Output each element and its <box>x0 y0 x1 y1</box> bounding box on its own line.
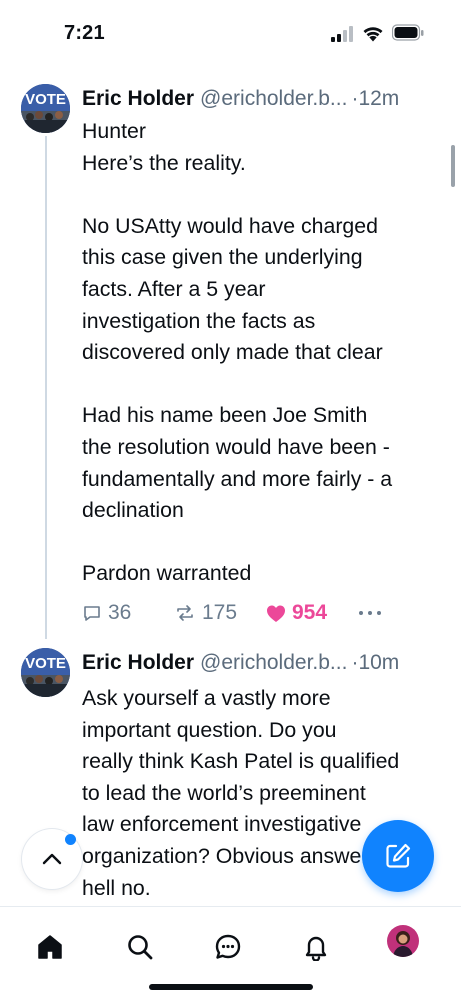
nav-search[interactable] <box>120 927 160 967</box>
like-button[interactable]: 954 <box>266 598 327 628</box>
post-text-line: discovered only made that clear <box>82 340 383 365</box>
post-time: 12m <box>358 87 400 110</box>
like-count: 954 <box>292 601 328 624</box>
avatar[interactable]: VOTE <box>21 84 70 133</box>
post-text-line: declination <box>82 498 184 523</box>
compose-icon <box>386 843 411 868</box>
post-time: 10m <box>358 651 400 674</box>
compose-button[interactable] <box>362 820 434 892</box>
status-bar: 7:21 <box>0 0 461 70</box>
post-text-line: the resolution would have been - <box>82 434 390 459</box>
more-options-icon[interactable] <box>358 604 382 622</box>
search-icon <box>128 935 153 960</box>
post-text: Hunter Here’s the reality. No USAtty wou… <box>82 116 447 590</box>
nav-profile-avatar[interactable] <box>387 925 419 957</box>
author-handle[interactable]: @ericholder.b... <box>200 651 347 674</box>
author-handle[interactable]: @ericholder.b... <box>200 87 347 110</box>
post-header: Eric Holder @ericholder.b... ·12m <box>82 84 452 114</box>
repost-button[interactable]: 175 <box>174 598 237 628</box>
post-text-line <box>82 369 447 401</box>
post-text-line <box>82 527 447 559</box>
post-text-line: facts. After a 5 year <box>82 276 266 301</box>
heart-filled-icon <box>267 605 285 622</box>
post-text-line: important question. Do you <box>82 717 337 742</box>
avatar[interactable]: VOTE <box>21 648 70 697</box>
status-time: 7:21 <box>64 22 105 44</box>
scrollbar[interactable] <box>451 145 455 187</box>
reply-icon <box>84 606 100 621</box>
chevron-up-icon <box>42 853 62 865</box>
post-text-line: to lead the world’s preeminent <box>82 780 366 805</box>
repost-icon <box>177 605 193 621</box>
home-indicator <box>149 984 313 990</box>
post-text-line: No USAtty would have charged <box>82 213 378 238</box>
post-text-line: fundamentally and more fairly - a <box>82 466 393 491</box>
post-text-line <box>82 179 447 211</box>
reply-button[interactable]: 36 <box>82 598 131 628</box>
post-text-line: this case given the underlying <box>82 245 363 270</box>
author-name[interactable]: Eric Holder <box>82 87 194 110</box>
nav-home[interactable] <box>30 927 70 967</box>
author-name[interactable]: Eric Holder <box>82 651 194 674</box>
post-text-line: Ask yourself a vastly more <box>82 686 331 710</box>
chat-icon <box>215 934 241 959</box>
new-posts-indicator-dot <box>65 834 76 845</box>
post-header: Eric Holder @ericholder.b... ·10m <box>82 648 452 678</box>
battery-icon <box>392 24 424 41</box>
post-actions: 36 175 954 <box>82 598 402 628</box>
post-text-line: Had his name been Joe Smith <box>82 403 368 428</box>
avatar-vote-text: VOTE <box>25 91 66 108</box>
bell-icon <box>305 936 327 961</box>
post-text-line: Here’s the reality. <box>82 150 246 175</box>
post-text-line: Pardon warranted <box>82 561 252 586</box>
home-icon <box>38 935 62 959</box>
post[interactable]: VOTE Eric Holder @ericholder.b... ·12m Hun… <box>0 84 461 644</box>
nav-chat[interactable] <box>208 927 248 967</box>
reply-count: 36 <box>108 601 132 624</box>
post-text-line: Hunter <box>82 119 146 143</box>
avatar-vote-text: VOTE <box>25 655 66 672</box>
nav-notifications[interactable] <box>296 927 336 967</box>
post-text-line: really think Kash Patel is qualified <box>82 749 400 774</box>
repost-count: 175 <box>202 601 238 624</box>
cellular-signal-icon <box>331 26 353 42</box>
wifi-icon <box>363 27 383 42</box>
post-text-line: investigation the facts as <box>82 308 316 333</box>
